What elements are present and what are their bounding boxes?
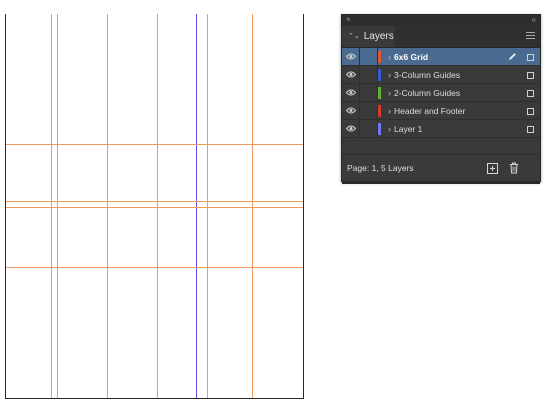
column-guide[interactable]	[107, 14, 108, 398]
new-layer-icon	[486, 162, 498, 174]
layers-panel: × ‹‹ ⌃⌄ Layers › 6x6 Grid › 3-Column Gui…	[341, 14, 541, 184]
lock-toggle[interactable]	[360, 120, 378, 137]
layer-name: 3-Column Guides	[394, 69, 461, 80]
selection-square-icon[interactable]	[527, 108, 534, 115]
layers-list: › 6x6 Grid › 3-Column Guides › 2-Column …	[342, 48, 540, 138]
tab-layers[interactable]: ⌃⌄ Layers	[342, 26, 394, 47]
expand-chevron-icon[interactable]: ›	[388, 70, 391, 80]
new-layer-button[interactable]	[486, 162, 498, 174]
layer-color-chip	[378, 104, 381, 117]
visibility-toggle[interactable]	[342, 120, 360, 137]
selection-square-icon[interactable]	[527, 90, 534, 97]
delete-layer-button[interactable]	[508, 162, 520, 174]
panel-footer: Page: 1, 5 Layers	[342, 154, 540, 181]
close-icon[interactable]: ×	[346, 14, 351, 25]
trash-icon	[510, 162, 518, 174]
visibility-toggle[interactable]	[342, 48, 360, 65]
layer-color-chip	[378, 50, 381, 63]
eye-icon	[345, 107, 356, 114]
row-guide[interactable]	[6, 201, 303, 202]
layer-color-chip	[378, 122, 381, 135]
layer-row[interactable]: › 2-Column Guides	[342, 84, 540, 102]
eye-icon	[345, 89, 356, 96]
row-guide[interactable]	[6, 207, 303, 208]
lock-toggle[interactable]	[360, 66, 378, 83]
lock-toggle[interactable]	[360, 48, 378, 65]
layer-name: Header and Footer	[394, 105, 466, 116]
workspace: × ‹‹ ⌃⌄ Layers › 6x6 Grid › 3-Column Gui…	[0, 0, 547, 404]
layer-row[interactable]: › Header and Footer	[342, 102, 540, 120]
column-guide[interactable]	[207, 14, 208, 398]
row-guide[interactable]	[6, 144, 303, 145]
selection-square-icon[interactable]	[527, 72, 534, 79]
layer-name: 6x6 Grid	[394, 51, 429, 62]
layer-name: 2-Column Guides	[394, 87, 461, 98]
expand-chevron-icon[interactable]: ›	[388, 124, 391, 134]
panel-title-bar[interactable]: × ‹‹	[342, 15, 540, 26]
column-guide[interactable]	[252, 14, 253, 398]
selection-square-icon[interactable]	[527, 126, 534, 133]
lock-toggle[interactable]	[360, 84, 378, 101]
center-guide[interactable]	[196, 14, 197, 398]
panel-menu-icon[interactable]	[526, 32, 535, 39]
column-guide[interactable]	[51, 14, 52, 398]
visibility-toggle[interactable]	[342, 102, 360, 119]
layer-count-status: Page: 1, 5 Layers	[347, 163, 414, 173]
eye-icon	[345, 125, 356, 132]
pen-icon	[509, 53, 516, 60]
panel-tab-bar: ⌃⌄ Layers	[342, 26, 540, 48]
tab-label: Layers	[363, 31, 394, 42]
panel-resize-edge[interactable]	[342, 181, 540, 184]
eye-icon	[345, 71, 356, 78]
layer-row[interactable]: › 3-Column Guides	[342, 66, 540, 84]
selection-square-icon[interactable]	[527, 54, 534, 61]
visibility-toggle[interactable]	[342, 66, 360, 83]
lock-toggle[interactable]	[360, 102, 378, 119]
expand-chevron-icon[interactable]: ›	[388, 52, 391, 62]
document-page[interactable]	[5, 14, 304, 399]
layer-color-chip	[378, 68, 381, 81]
layer-color-chip	[378, 86, 381, 99]
layer-row[interactable]: › Layer 1	[342, 120, 540, 138]
expand-chevron-icon[interactable]: ›	[388, 88, 391, 98]
layer-row[interactable]: › 6x6 Grid	[342, 48, 540, 66]
column-guide[interactable]	[157, 14, 158, 398]
layer-name: Layer 1	[394, 123, 423, 134]
tab-toggle-icon: ⌃⌄	[348, 32, 360, 40]
visibility-toggle[interactable]	[342, 84, 360, 101]
eye-icon	[345, 53, 356, 60]
expand-chevron-icon[interactable]: ›	[388, 106, 391, 116]
row-guide[interactable]	[6, 267, 303, 268]
column-guide[interactable]	[57, 14, 58, 398]
collapse-icon[interactable]: ‹‹	[532, 14, 536, 25]
